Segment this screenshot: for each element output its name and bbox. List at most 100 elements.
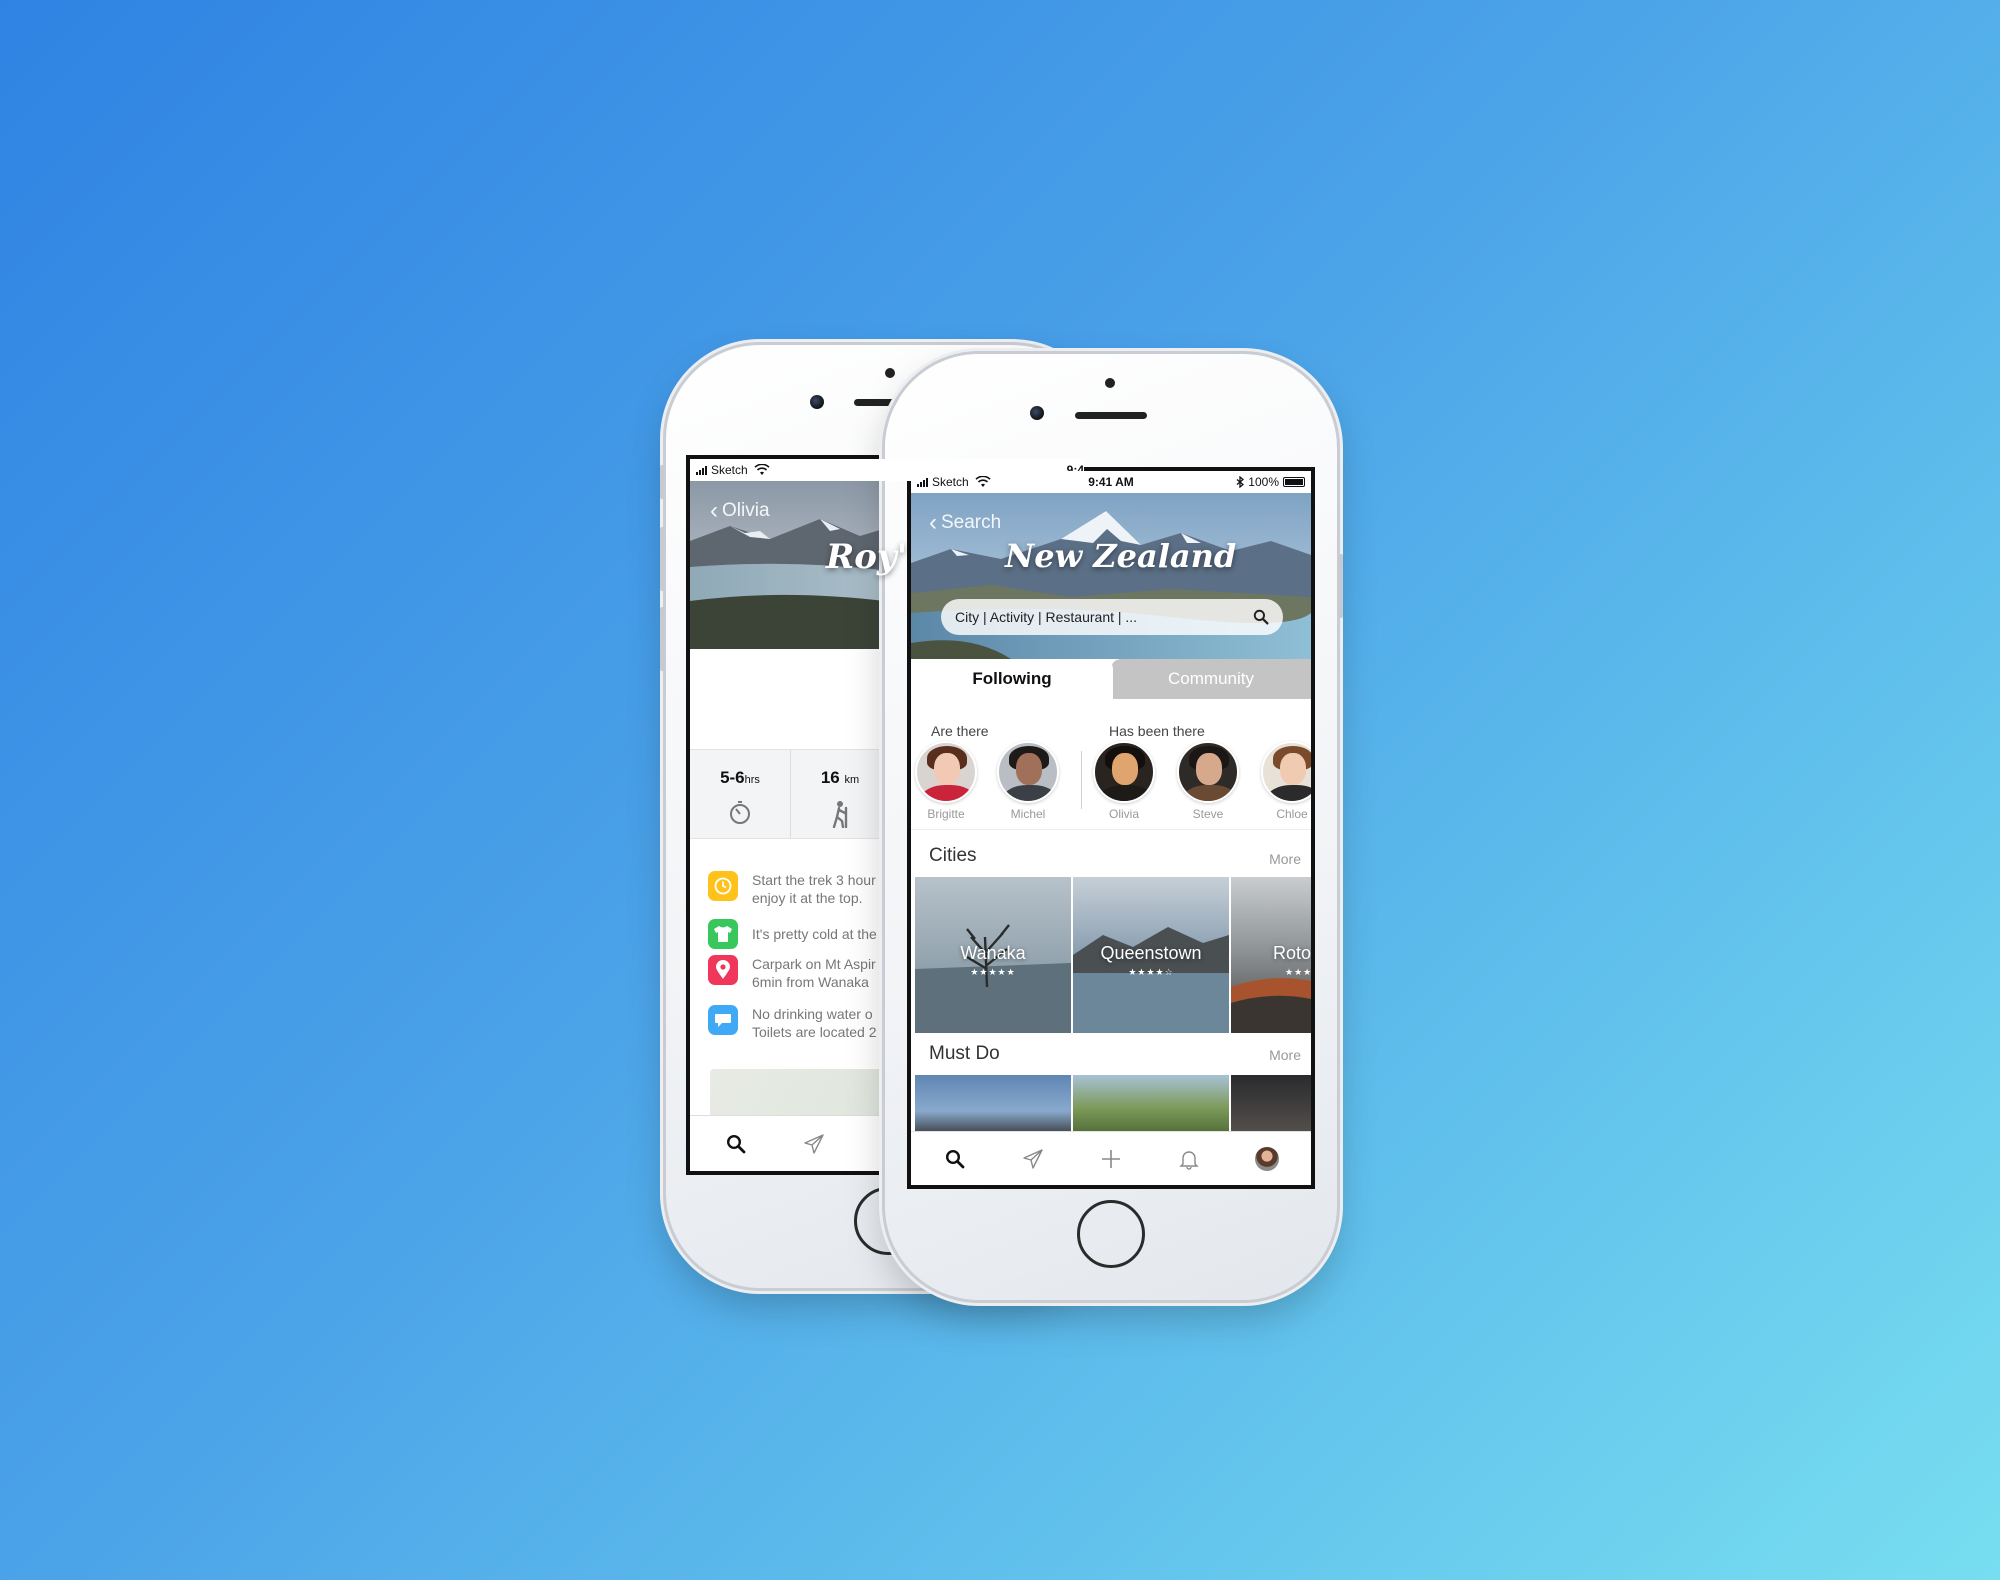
city-card-queenstown[interactable]: Queenstown ★★★★☆	[1073, 877, 1229, 1033]
are-there-label: Are there	[931, 723, 989, 739]
city-name: Roto	[1273, 943, 1311, 963]
location-pin-icon	[708, 955, 738, 985]
back-button[interactable]: ‹ Olivia	[710, 499, 770, 523]
tab-trips[interactable]	[794, 1116, 834, 1171]
friend-avatar-olivia[interactable]: Olivia	[1093, 741, 1155, 821]
back-button-label: Search	[941, 512, 1002, 533]
city-card-wanaka[interactable]: Wanaka ★★★★★	[915, 877, 1071, 1033]
avatar	[915, 741, 977, 803]
feed-segmented-control: Community Following	[911, 659, 1311, 699]
friend-name: Brigitte	[927, 807, 965, 821]
friend-avatar-brigitte[interactable]: Brigitte	[915, 741, 977, 821]
friend-avatar-steve[interactable]: Steve	[1177, 741, 1239, 821]
tab-search[interactable]	[716, 1116, 756, 1171]
profile-avatar	[1255, 1147, 1279, 1171]
must-do-card[interactable]	[1231, 1075, 1311, 1135]
tab-add[interactable]	[1091, 1132, 1131, 1185]
timer-icon	[730, 801, 750, 824]
carrier-label: Sketch	[711, 463, 748, 477]
city-name: Wanaka	[960, 943, 1026, 963]
tip-text-line-2: enjoy it at the top.	[752, 890, 863, 906]
search-bar[interactable]: City | Activity | Restaurant | ...	[941, 599, 1283, 635]
friend-avatar-chloe[interactable]: Chloe	[1261, 741, 1311, 821]
chevron-left-icon: ‹	[710, 497, 718, 524]
friend-avatar-michel[interactable]: Michel	[997, 741, 1059, 821]
clock-icon	[708, 871, 738, 901]
city-rating-stars: ★★★	[1285, 967, 1311, 977]
tab-following[interactable]: Following	[911, 659, 1113, 699]
friend-name: Michel	[1010, 807, 1046, 821]
has-been-there-label: Has been there	[1109, 723, 1205, 739]
tab-search[interactable]	[935, 1132, 975, 1185]
cities-section-title: Cities	[929, 845, 977, 866]
front-camera	[1030, 406, 1044, 420]
city-name: Queenstown	[1100, 943, 1202, 963]
people-divider	[1081, 751, 1082, 809]
friend-name: Chloe	[1276, 807, 1308, 821]
destination-title: New Zealand	[1005, 537, 1237, 575]
tab-profile[interactable]	[1247, 1132, 1287, 1185]
front-phone-screen: Sketch 9:41 AM 100% ‹ Search New Zealand…	[907, 467, 1315, 1189]
hiker-icon	[832, 801, 848, 828]
must-do-card[interactable]	[1073, 1075, 1229, 1135]
distance-stat: 16 km	[790, 750, 890, 840]
tip-text-line-2: Toilets are located 2	[752, 1024, 877, 1040]
proximity-sensor	[1105, 378, 1115, 388]
plane-icon	[1023, 1149, 1043, 1169]
must-do-more-link[interactable]: More	[1269, 1047, 1301, 1063]
city-rating-stars: ★★★★★	[970, 967, 1016, 977]
bell-icon	[1179, 1151, 1199, 1170]
search-icon	[726, 1134, 746, 1154]
duration-unit: hrs	[744, 774, 760, 786]
tip-text-line-1: It's pretty cold at the	[752, 926, 877, 942]
power-button	[1338, 554, 1343, 618]
cities-more-link[interactable]: More	[1269, 851, 1301, 867]
proximity-sensor	[885, 368, 895, 378]
tip-text-line-1: No drinking water o	[752, 1006, 873, 1022]
tip-text-line-2: 6min from Wanaka	[752, 974, 869, 990]
home-button[interactable]	[1077, 1200, 1145, 1268]
distance-value: 16	[820, 768, 840, 787]
must-do-card[interactable]	[915, 1075, 1071, 1135]
distance-unit: km	[844, 774, 860, 786]
trek-title: Roy'	[826, 537, 908, 577]
signal-icon	[696, 465, 707, 475]
city-rating-stars: ★★★★☆	[1128, 967, 1174, 977]
front-phone: Sketch 9:41 AM 100% ‹ Search New Zealand…	[885, 354, 1343, 1300]
chat-bubble-icon	[708, 1005, 738, 1035]
bottom-tab-bar	[911, 1131, 1311, 1185]
section-divider	[911, 829, 1311, 830]
friend-name: Steve	[1192, 807, 1224, 821]
back-button[interactable]: ‹ Search	[929, 511, 1001, 535]
friend-name: Olivia	[1108, 807, 1139, 821]
clock-label: 9:41 AM	[1088, 475, 1134, 489]
battery-icon	[1283, 477, 1305, 487]
volume-up-button	[660, 527, 665, 591]
front-camera	[810, 395, 824, 409]
earpiece-speaker	[1075, 412, 1147, 419]
plus-icon	[1102, 1150, 1120, 1168]
chevron-left-icon: ‹	[929, 509, 937, 536]
must-do-section-title: Must Do	[929, 1043, 1000, 1064]
shirt-icon	[708, 919, 738, 949]
page-background: { "colors": { "background_start": "#2f83…	[0, 0, 2000, 1580]
avatar	[997, 741, 1059, 803]
plane-icon	[804, 1134, 824, 1154]
tab-trips[interactable]	[1013, 1132, 1053, 1185]
avatar	[1177, 741, 1239, 803]
tab-community[interactable]: Community	[1111, 659, 1311, 699]
wifi-icon	[754, 464, 770, 475]
destination-hero-image: ‹ Search New Zealand City | Activity | R…	[911, 493, 1311, 659]
avatar	[1261, 741, 1311, 803]
search-input[interactable]: City | Activity | Restaurant | ...	[955, 609, 1253, 625]
volume-down-button	[660, 607, 665, 671]
status-bar: Sketch 9:41 AM 100%	[911, 471, 1311, 493]
city-card-rotorua[interactable]: Roto ★★★	[1231, 877, 1311, 1033]
search-icon	[945, 1149, 965, 1169]
search-icon[interactable]	[1253, 609, 1269, 625]
tip-text-line-1: Carpark on Mt Aspir	[752, 956, 876, 972]
mute-switch	[660, 465, 665, 499]
avatar	[1093, 741, 1155, 803]
tab-notifications[interactable]	[1169, 1132, 1209, 1185]
duration-value: 5-6	[720, 768, 745, 787]
